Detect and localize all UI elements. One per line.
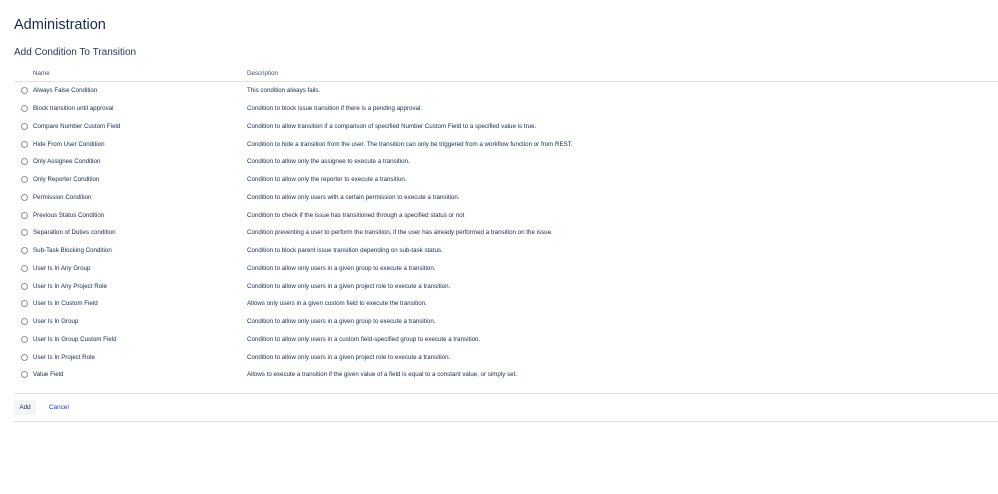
table-row[interactable]: User Is In Any Group Condition to allow o…	[14, 260, 998, 278]
condition-name[interactable]: User Is In Any Group	[33, 260, 247, 278]
condition-name[interactable]: Previous Status Condition	[33, 206, 247, 224]
condition-radio[interactable]	[21, 158, 28, 166]
table-row[interactable]: Separation of Duties condition Condition …	[14, 224, 998, 242]
footer-divider-bottom	[14, 421, 998, 422]
condition-radio[interactable]	[21, 87, 28, 95]
table-row[interactable]: User Is In Group Custom Field Condition t…	[14, 331, 998, 349]
condition-name[interactable]: Only Assignee Condition	[33, 153, 247, 171]
radio-cell	[14, 82, 33, 100]
radio-cell	[14, 331, 33, 349]
condition-name[interactable]: User Is In Custom Field	[33, 295, 247, 313]
condition-radio[interactable]	[21, 353, 28, 361]
radio-cell	[14, 100, 33, 118]
condition-name[interactable]: User Is In Project Role	[33, 348, 247, 366]
condition-radio[interactable]	[21, 122, 28, 130]
condition-name[interactable]: User Is In Any Project Role	[33, 277, 247, 295]
condition-description: Condition to block parent issue transiti…	[247, 247, 443, 255]
table-header-row: Name Description	[14, 66, 998, 82]
radio-cell	[14, 118, 33, 136]
condition-radio[interactable]	[21, 211, 28, 219]
condition-description: Condition to allow only users in a given…	[247, 282, 451, 290]
table-row[interactable]: User Is In Project Role Condition to allo…	[14, 348, 998, 366]
table-row[interactable]: Only Reporter Condition Condition to allo…	[14, 171, 998, 189]
radio-cell	[14, 135, 33, 153]
condition-name[interactable]: Block transition until approval	[33, 100, 247, 118]
cancel-link[interactable]: Cancel	[49, 403, 69, 412]
condition-radio[interactable]	[21, 300, 28, 308]
condition-radio[interactable]	[21, 176, 28, 184]
table-row[interactable]: User Is In Any Project Role Condition to …	[14, 277, 998, 295]
condition-radio[interactable]	[21, 229, 28, 237]
table-row[interactable]: Permission Condition Condition to allow o…	[14, 189, 998, 207]
condition-description: Condition to check if the issue has tran…	[247, 211, 465, 219]
condition-radio[interactable]	[21, 247, 28, 255]
condition-description: Condition to allow only users in a custo…	[247, 335, 481, 343]
condition-description: Condition to block issue transition if t…	[247, 105, 423, 113]
condition-name[interactable]: Hide From User Condition	[33, 135, 247, 153]
condition-name[interactable]: Compare Number Custom Field	[33, 118, 247, 136]
table-row[interactable]: Compare Number Custom Field Condition to …	[14, 118, 998, 136]
radio-cell	[14, 313, 33, 331]
condition-radio[interactable]	[21, 282, 28, 290]
add-condition-page: Administration Add Condition To Transiti…	[0, 0, 998, 494]
page-title: Administration	[14, 17, 106, 33]
condition-radio[interactable]	[21, 105, 28, 113]
radio-cell	[14, 348, 33, 366]
radio-cell	[14, 206, 33, 224]
table-row[interactable]: Previous Status Condition Condition to ch…	[14, 206, 998, 224]
condition-description: Condition to allow only users in a given…	[247, 318, 436, 326]
add-button[interactable]: Add	[14, 400, 36, 415]
condition-radio[interactable]	[21, 140, 28, 148]
condition-description: Condition to allow transition if a compa…	[247, 122, 537, 130]
condition-name[interactable]: Permission Condition	[33, 189, 247, 207]
condition-description: Condition to allow only users in a given…	[247, 264, 436, 272]
description-column-header: Description	[247, 66, 998, 82]
condition-name[interactable]: Always False Condition	[33, 82, 247, 100]
radio-column-header	[14, 66, 33, 82]
table-row[interactable]: Block transition until approval Condition…	[14, 100, 998, 118]
conditions-table: Name Description Always False Condition T…	[14, 66, 998, 384]
radio-cell	[14, 366, 33, 384]
condition-name[interactable]: Value Field	[33, 366, 247, 384]
table-row[interactable]: Sub-Task Blocking Condition Condition to …	[14, 242, 998, 260]
condition-description: Condition to allow only users with a cer…	[247, 193, 460, 201]
radio-cell	[14, 295, 33, 313]
radio-cell	[14, 224, 33, 242]
condition-name[interactable]: User Is In Group	[33, 313, 247, 331]
radio-cell	[14, 153, 33, 171]
table-row[interactable]: User Is In Custom Field Allows only users…	[14, 295, 998, 313]
radio-cell	[14, 260, 33, 278]
section-title: Add Condition To Transition	[14, 47, 137, 58]
condition-radio[interactable]	[21, 264, 28, 272]
condition-description: Condition to allow only the assignee to …	[247, 158, 410, 166]
table-row[interactable]: Hide From User Condition Condition to hid…	[14, 135, 998, 153]
table-row[interactable]: Only Assignee Condition Condition to allo…	[14, 153, 998, 171]
table-row[interactable]: Value Field Allows to execute a transitio…	[14, 366, 998, 384]
name-column-header: Name	[33, 66, 247, 82]
condition-description: Condition to allow only users in a given…	[247, 353, 451, 361]
condition-name[interactable]: Sub-Task Blocking Condition	[33, 242, 247, 260]
table-row[interactable]: Always False Condition This condition alw…	[14, 82, 998, 100]
condition-description: Condition to allow only the reporter to …	[247, 176, 407, 184]
condition-name[interactable]: Only Reporter Condition	[33, 171, 247, 189]
radio-cell	[14, 242, 33, 260]
condition-description: This condition always fails.	[247, 87, 321, 95]
footer-divider-top	[14, 393, 998, 394]
condition-description: Condition to hide a transition from the …	[247, 140, 573, 148]
table-row[interactable]: User Is In Group Condition to allow only …	[14, 313, 998, 331]
condition-description: Allows to execute a transition if the gi…	[247, 371, 517, 379]
condition-radio[interactable]	[21, 193, 28, 201]
condition-description: Condition preventing a user to perform t…	[247, 229, 553, 237]
radio-cell	[14, 277, 33, 295]
condition-description: Allows only users in a given custom fiel…	[247, 300, 427, 308]
condition-radio[interactable]	[21, 371, 28, 379]
condition-name[interactable]: User Is In Group Custom Field	[33, 331, 247, 349]
radio-cell	[14, 171, 33, 189]
condition-radio[interactable]	[21, 335, 28, 343]
conditions-table-body: Always False Condition This condition alw…	[14, 82, 998, 384]
radio-cell	[14, 189, 33, 207]
condition-radio[interactable]	[21, 318, 28, 326]
condition-name[interactable]: Separation of Duties condition	[33, 224, 247, 242]
